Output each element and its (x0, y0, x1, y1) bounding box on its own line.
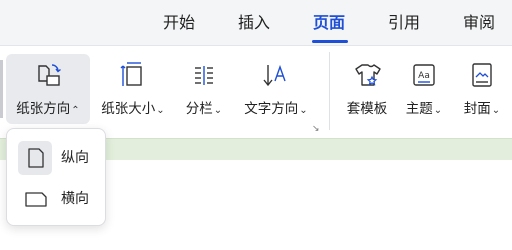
theme-label: 主题 (405, 101, 433, 117)
columns-label: 分栏 (185, 101, 213, 117)
chevron-up-icon: ⌃ (71, 105, 80, 116)
ribbon-tab-bar: 开始 插入 页面 引用 审阅 (0, 0, 512, 46)
orientation-dropdown-menu: 纵向 横向 (6, 128, 106, 226)
tab-review[interactable]: 审阅 (463, 12, 495, 34)
text-direction-icon (263, 64, 286, 87)
cover-label: 封面 (463, 101, 491, 117)
ribbon-toolbar: 纸张方向⌃ 纸张大小⌄ 分栏⌄ 文字方向⌄ ↘ 套模板 Aa 主题⌄ 封面⌄ (0, 46, 512, 138)
columns-icon (195, 66, 213, 85)
template-shirt-icon (355, 64, 381, 86)
tab-references[interactable]: 引用 (388, 12, 420, 34)
templates-button[interactable]: 套模板 (340, 54, 394, 124)
menu-item-landscape[interactable]: 横向 (15, 182, 99, 216)
svg-text:Aa: Aa (418, 71, 430, 81)
ribbon-group-divider (329, 52, 330, 130)
paper-size-icon (120, 62, 142, 86)
menu-item-portrait[interactable]: 纵向 (15, 141, 99, 175)
chevron-down-icon: ⌄ (433, 105, 443, 116)
portrait-label: 纵向 (61, 150, 89, 166)
tab-home[interactable]: 开始 (163, 12, 195, 34)
landscape-label: 横向 (61, 191, 89, 207)
chevron-down-icon: ⌄ (156, 105, 165, 116)
text-direction-button[interactable]: 文字方向⌄ (236, 54, 316, 124)
page-orientation-icon (38, 64, 61, 86)
chevron-down-icon: ⌄ (299, 105, 308, 116)
dialog-launcher-icon[interactable]: ↘ (312, 125, 321, 134)
theme-button[interactable]: Aa 主题⌄ (400, 54, 448, 124)
portrait-page-icon (28, 148, 44, 168)
paper-size-label: 纸张大小 (101, 101, 156, 117)
paper-orientation-label: 纸张方向 (16, 101, 71, 117)
landscape-page-icon (25, 192, 47, 207)
active-tab-indicator (312, 40, 348, 43)
cover-page-icon (472, 63, 492, 87)
tab-insert[interactable]: 插入 (238, 12, 270, 34)
theme-icon: Aa (413, 64, 435, 86)
cover-button[interactable]: 封面⌄ (456, 54, 508, 124)
ribbon-left-edge (0, 60, 3, 118)
paper-size-button[interactable]: 纸张大小⌄ (94, 54, 172, 124)
text-direction-label: 文字方向 (244, 101, 299, 117)
columns-button[interactable]: 分栏⌄ (178, 54, 230, 124)
chevron-down-icon: ⌄ (213, 105, 223, 116)
templates-label: 套模板 (346, 101, 388, 117)
chevron-down-icon: ⌄ (491, 105, 501, 116)
paper-orientation-button[interactable]: 纸张方向⌃ (6, 54, 90, 124)
tab-page[interactable]: 页面 (313, 12, 345, 34)
